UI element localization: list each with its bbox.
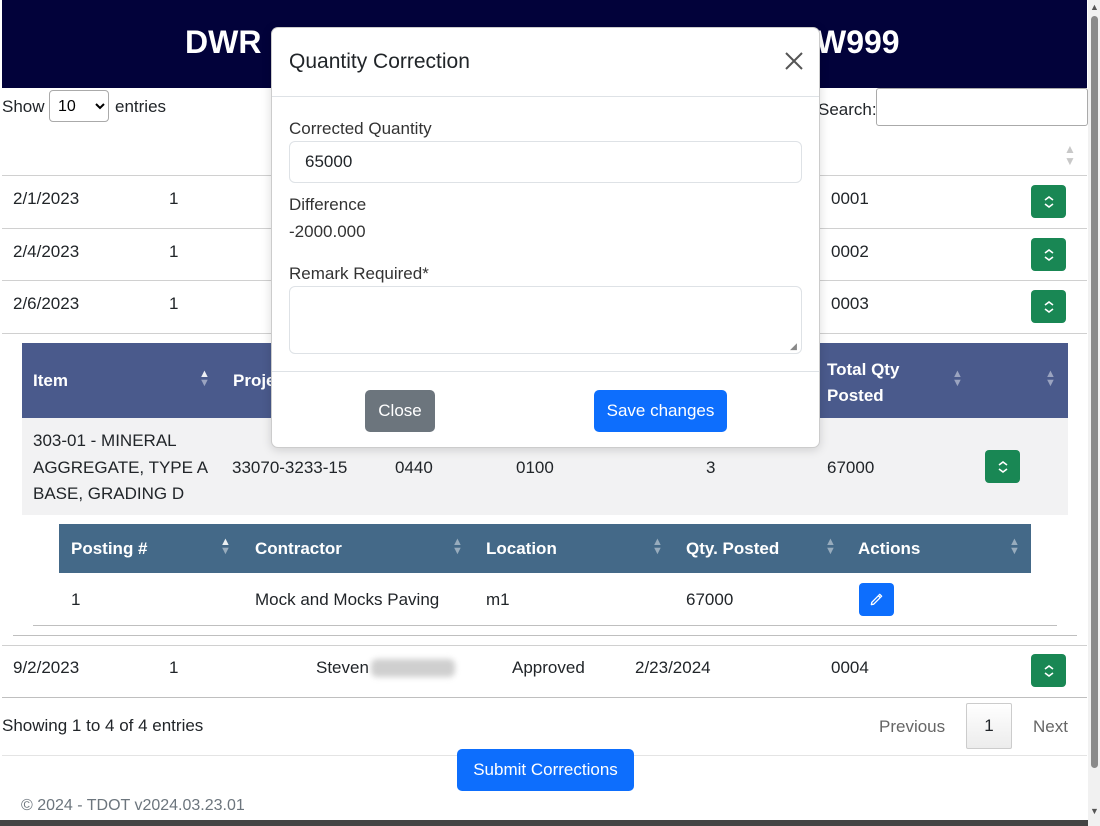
row-status-4: Approved — [512, 658, 585, 677]
item-count: 3 — [706, 458, 716, 477]
row-num-1: 1 — [169, 189, 179, 208]
previous-page-button[interactable]: Previous — [879, 717, 945, 737]
posting-row-divider — [33, 625, 1057, 626]
qty-posted-column-header[interactable]: Qty. Posted — [686, 539, 779, 559]
sort-both-icon[interactable]: ▲ ▼ — [652, 537, 663, 557]
next-page-button[interactable]: Next — [1033, 717, 1068, 737]
chevron-up-down-icon — [1044, 664, 1053, 677]
close-icon[interactable] — [783, 50, 805, 72]
row-num-3: 1 — [169, 294, 179, 313]
save-changes-button[interactable]: Save changes — [594, 390, 727, 432]
sort-both-icon[interactable]: ▲ ▼ — [452, 537, 463, 557]
submit-corrections-button[interactable]: Submit Corrections — [457, 749, 634, 791]
posting-table-header: Posting # ▲ ▼ Contractor ▲ ▼ Location ▲ ▼ Q… — [59, 524, 1031, 573]
modal-header-divider — [272, 96, 819, 97]
sort-both-icon[interactable]: ▲ ▼ — [825, 537, 836, 557]
expand-row-button-1[interactable] — [1031, 185, 1066, 218]
contractor-column-header[interactable]: Contractor — [255, 539, 342, 559]
corrected-quantity-label: Corrected Quantity — [289, 119, 432, 138]
search-input[interactable] — [876, 88, 1088, 126]
sort-both-icon[interactable]: ▲ ▼ — [1045, 369, 1056, 389]
expand-row-button-2[interactable] — [1031, 238, 1066, 271]
page-title-right: W999 — [816, 24, 900, 60]
expand-item-button[interactable] — [985, 450, 1020, 483]
chevron-up-down-icon — [1044, 195, 1053, 208]
scroll-up-arrow-icon[interactable]: ▲ — [1090, 2, 1099, 12]
modal-footer-divider — [272, 371, 819, 372]
page-1-button[interactable]: 1 — [966, 703, 1012, 749]
quantity-correction-modal: Quantity Correction Corrected Quantity 6… — [271, 27, 820, 448]
scrollbar-thumb[interactable] — [1091, 16, 1098, 768]
expand-row-button-3[interactable] — [1031, 290, 1066, 323]
entries-length-select[interactable]: 10 — [49, 90, 109, 122]
table-info: Showing 1 to 4 of 4 entries — [2, 716, 204, 735]
copyright: © 2024 - TDOT v2024.03.23.01 — [21, 797, 245, 814]
scroll-down-arrow-icon[interactable]: ▼ — [1090, 806, 1099, 816]
posting-number: 1 — [71, 590, 81, 609]
posting-column-header[interactable]: Posting # — [71, 539, 148, 559]
sort-asc-icon[interactable]: ▲ ▼ — [220, 537, 231, 557]
table-bottom-border — [2, 697, 1087, 698]
modal-title: Quantity Correction — [289, 50, 470, 73]
sort-both-icon[interactable]: ▲ ▼ — [1064, 143, 1076, 167]
edit-posting-button[interactable] — [859, 583, 894, 616]
total-qty-column-header[interactable]: Total Qty Posted — [827, 357, 927, 409]
redacted-surname — [371, 659, 455, 677]
entries-label: entries — [115, 97, 167, 116]
show-label: Show — [2, 97, 45, 116]
resize-handle-icon[interactable]: ◢ — [790, 341, 797, 352]
chevron-up-down-icon — [998, 460, 1007, 473]
page-title-left: DWR — [185, 24, 262, 60]
search-label: Search: — [818, 100, 877, 119]
row-divider — [2, 645, 1087, 646]
chevron-up-down-icon — [1044, 248, 1053, 261]
detail-divider — [13, 635, 1077, 636]
row-date-4: 9/2/2023 — [13, 658, 80, 677]
row-date-2: 2/4/2023 — [13, 242, 80, 261]
sort-asc-icon[interactable]: ▲ ▼ — [199, 369, 210, 389]
page-number: 1 — [984, 716, 994, 735]
sort-both-icon[interactable]: ▲ ▼ — [1009, 537, 1020, 557]
qty-posted: 67000 — [686, 590, 734, 609]
posting-location: m1 — [486, 590, 510, 609]
row-code-4: 0004 — [831, 658, 869, 677]
row-name-4: Steven — [316, 658, 369, 677]
item-code-2: 0100 — [516, 458, 554, 477]
row-approved-date-4: 2/23/2024 — [635, 658, 711, 677]
contractor-name: Mock and Mocks Paving — [255, 590, 440, 609]
actions-column-header: Actions — [858, 539, 921, 558]
difference-label: Difference — [289, 195, 367, 214]
item-code-1: 0440 — [395, 458, 433, 477]
project-number: 33070-3233-15 — [232, 458, 348, 477]
location-column-header[interactable]: Location — [486, 539, 557, 559]
row-code-2: 0002 — [831, 242, 869, 261]
row-num-2: 1 — [169, 242, 179, 261]
row-date-3: 2/6/2023 — [13, 294, 80, 313]
pencil-icon — [870, 593, 883, 606]
close-button[interactable]: Close — [365, 390, 435, 432]
chevron-up-down-icon — [1044, 300, 1053, 313]
row-num-4: 1 — [169, 658, 179, 677]
difference-value: -2000.000 — [289, 222, 366, 241]
row-date-1: 2/1/2023 — [13, 189, 80, 208]
corrected-quantity-input[interactable]: 65000 — [289, 141, 802, 183]
remark-label: Remark Required* — [289, 264, 429, 283]
expand-row-button-4[interactable] — [1031, 654, 1066, 687]
remark-textarea[interactable] — [289, 286, 802, 354]
item-description: 303-01 - MINERAL AGGREGATE, TYPE A BASE,… — [33, 431, 208, 503]
sort-both-icon[interactable]: ▲ ▼ — [952, 369, 963, 389]
total-qty-posted: 67000 — [827, 458, 875, 477]
window-bottom-edge — [0, 820, 1088, 826]
item-column-header[interactable]: Item — [33, 371, 68, 391]
row-code-3: 0003 — [831, 294, 869, 313]
row-code-1: 0001 — [831, 189, 869, 208]
project-column-header[interactable]: Proje — [233, 371, 276, 391]
